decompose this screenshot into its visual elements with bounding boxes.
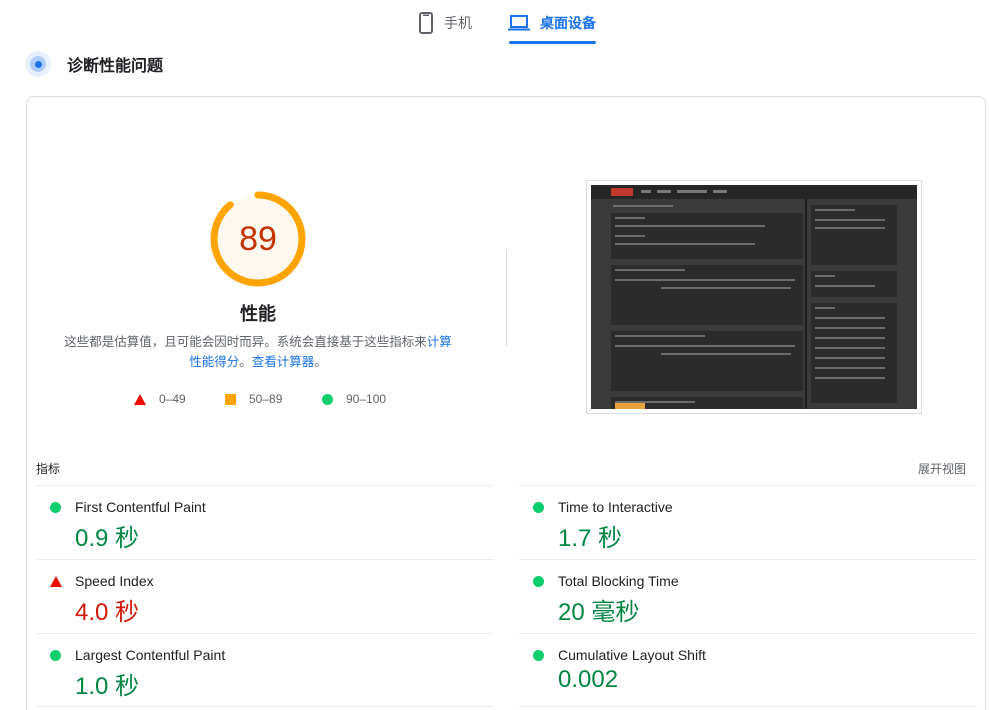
performance-label: 性能 xyxy=(240,304,276,324)
active-tab-indicator xyxy=(509,41,596,44)
metric-name: Time to Interactive xyxy=(558,499,673,515)
score-disclaimer: 这些都是估算值，且可能会因时而异。系统会直接基于这些指标来计算性能得分。查看计算… xyxy=(58,332,458,372)
metric-value: 4.0 秒 xyxy=(75,599,140,626)
metrics-divider xyxy=(36,706,494,707)
calculator-link[interactable]: 查看计算器 xyxy=(252,355,315,369)
tab-desktop-label: 桌面设备 xyxy=(540,15,596,31)
pass-circle-icon xyxy=(50,650,61,661)
tab-mobile[interactable]: 手机 xyxy=(418,0,472,46)
metrics-divider xyxy=(519,706,977,707)
disclaimer-text: 这些都是估算值，且可能会因时而异。系统会直接基于这些指标来 xyxy=(64,335,427,349)
pass-circle-icon xyxy=(533,650,544,661)
tab-mobile-label: 手机 xyxy=(444,15,472,31)
performance-score: 89 xyxy=(239,219,277,258)
metric-tbt: Total Blocking Time 20 毫秒 xyxy=(519,559,977,633)
metric-value: 1.0 秒 xyxy=(75,673,140,700)
fail-triangle-icon xyxy=(134,393,146,405)
metric-value: 1.7 秒 xyxy=(558,525,623,552)
disclaimer-text-mid: 。 xyxy=(239,355,252,369)
legend-item-fail: 0–49 xyxy=(134,392,186,406)
performance-gauge[interactable]: 89 xyxy=(208,189,308,289)
metric-name: Total Blocking Time xyxy=(558,573,679,589)
metric-name: First Contentful Paint xyxy=(75,499,206,515)
average-square-icon xyxy=(225,393,236,405)
legend-item-average: 50–89 xyxy=(225,392,282,406)
metric-name: Cumulative Layout Shift xyxy=(558,647,706,663)
diagnostic-header: 诊断性能问题 xyxy=(25,50,163,78)
disclaimer-text-end: 。 xyxy=(314,355,327,369)
pass-circle-icon xyxy=(50,502,61,513)
tab-desktop[interactable]: 桌面设备 xyxy=(508,0,596,46)
metric-lcp: Largest Contentful Paint 1.0 秒 xyxy=(36,633,494,707)
expand-view-toggle[interactable]: 展开视图 xyxy=(918,460,966,477)
metric-fcp: First Contentful Paint 0.9 秒 xyxy=(36,485,494,559)
pass-circle-icon xyxy=(322,393,333,405)
metrics-title: 指标 xyxy=(36,462,61,476)
metric-tti: Time to Interactive 1.7 秒 xyxy=(519,485,977,559)
mobile-phone-icon xyxy=(419,12,433,34)
legend-range-average: 50–89 xyxy=(249,392,283,406)
pass-circle-icon xyxy=(533,576,544,587)
device-tabs: 手机 桌面设备 xyxy=(0,0,990,46)
legend-range-pass: 90–100 xyxy=(346,392,387,406)
metric-value: 0.9 秒 xyxy=(75,525,140,552)
metric-name: Speed Index xyxy=(75,573,154,589)
legend-range-fail: 0–49 xyxy=(159,392,186,406)
metric-speed-index: Speed Index 4.0 秒 xyxy=(36,559,494,633)
legend-item-pass: 90–100 xyxy=(322,392,386,406)
diagnostic-title: 诊断性能问题 xyxy=(67,58,164,75)
fail-triangle-icon xyxy=(50,576,62,587)
screenshot-image xyxy=(591,185,917,409)
laptop-icon xyxy=(508,15,530,31)
metric-value: 0.002 xyxy=(558,666,619,693)
pass-circle-icon xyxy=(533,502,544,513)
final-screenshot[interactable] xyxy=(586,180,922,414)
metric-name: Largest Contentful Paint xyxy=(75,647,226,663)
vertical-divider xyxy=(506,250,507,346)
metric-cls: Cumulative Layout Shift 0.002 xyxy=(519,633,977,707)
metric-value: 20 毫秒 xyxy=(558,599,640,626)
diagnostic-pulse-icon xyxy=(25,51,51,77)
